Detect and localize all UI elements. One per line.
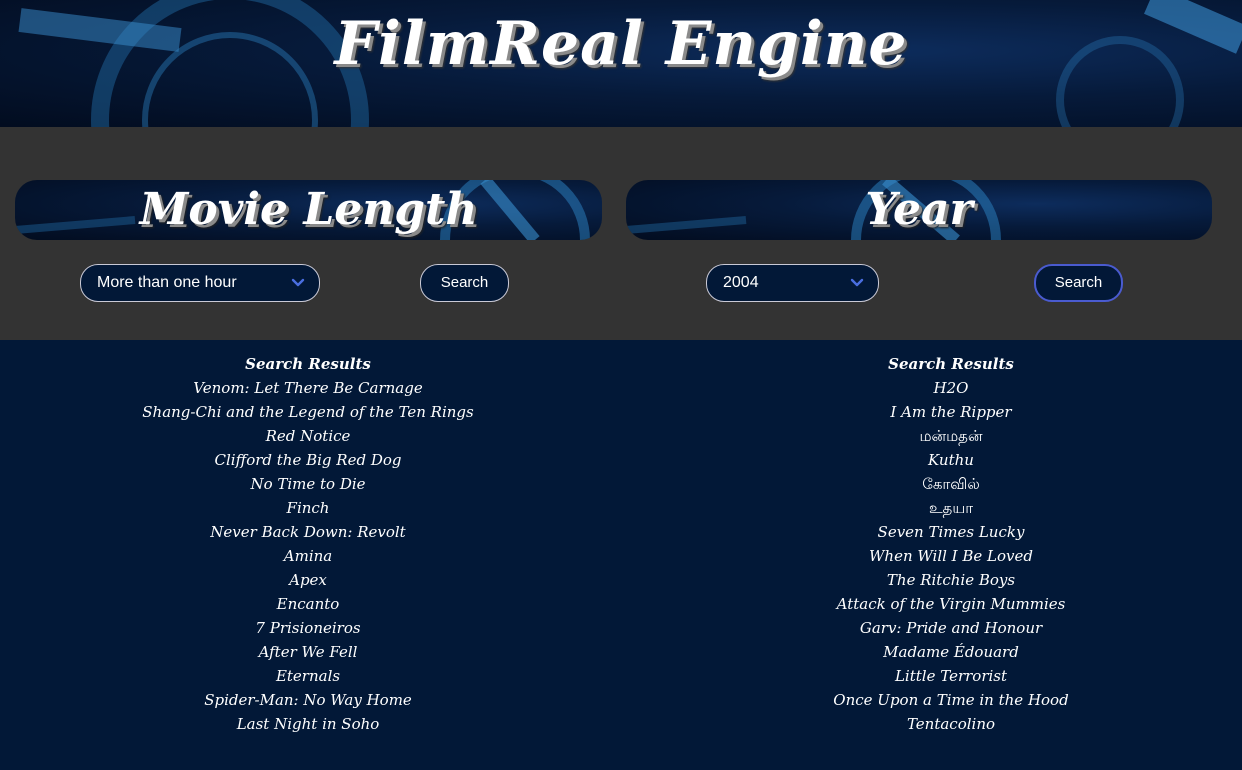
controls-panel: Movie Length Year More than one hour Sea… (0, 127, 1242, 340)
list-item: H2O (933, 379, 969, 397)
list-item: உதயா (928, 499, 974, 517)
list-item: Finch (286, 499, 330, 517)
year-title: Year (865, 184, 973, 235)
results-heading: Search Results (888, 355, 1014, 373)
results-list: Venom: Let There Be Carnage Shang-Chi an… (8, 376, 608, 736)
list-item: When Will I Be Loved (868, 547, 1033, 565)
list-item: I Am the Ripper (890, 403, 1012, 421)
list-item: Little Terrorist (894, 667, 1008, 685)
chevron-down-icon (291, 278, 305, 287)
year-banner: Year (626, 180, 1212, 240)
list-item: 7 Prisioneiros (255, 619, 361, 637)
length-results: Search Results Venom: Let There Be Carna… (8, 352, 608, 736)
list-item: Attack of the Virgin Mummies (836, 595, 1066, 613)
list-item: Amina (283, 547, 333, 565)
list-item: Never Back Down: Revolt (210, 523, 406, 541)
year-results: Search Results H2O I Am the Ripper மன்மத… (651, 352, 1242, 736)
list-item: Last Night in Soho (236, 715, 380, 733)
list-item: No Time to Die (250, 475, 366, 493)
list-item: Kuthu (928, 451, 974, 469)
list-item: Garv: Pride and Honour (859, 619, 1043, 637)
list-item: கோவில் (922, 475, 980, 493)
movie-length-select[interactable]: More than one hour (80, 264, 320, 302)
year-search-button[interactable]: Search (1034, 264, 1123, 302)
list-item: Eternals (275, 667, 341, 685)
app-header: FilmReal Engine (0, 0, 1242, 127)
movie-length-select-value: More than one hour (97, 274, 237, 291)
list-item: Tentacolino (906, 715, 996, 733)
list-item: Madame Édouard (883, 643, 1019, 661)
list-item: மன்மதன் (919, 427, 983, 445)
year-select-value: 2004 (723, 274, 759, 291)
list-item: Spider-Man: No Way Home (204, 691, 412, 709)
movie-length-search-button[interactable]: Search (420, 264, 509, 302)
list-item: Red Notice (265, 427, 351, 445)
app-title: FilmReal Engine (334, 9, 908, 79)
list-item: The Ritchie Boys (886, 571, 1016, 589)
list-item: After We Fell (258, 643, 358, 661)
results-list: H2O I Am the Ripper மன்மதன் Kuthu கோவில்… (651, 376, 1242, 736)
list-item: Encanto (276, 595, 340, 613)
list-item: Apex (289, 571, 327, 589)
year-select[interactable]: 2004 (706, 264, 879, 302)
results-heading: Search Results (245, 355, 371, 373)
list-item: Seven Times Lucky (877, 523, 1025, 541)
list-item: Once Upon a Time in the Hood (833, 691, 1069, 709)
list-item: Venom: Let There Be Carnage (193, 379, 423, 397)
list-item: Shang-Chi and the Legend of the Ten Ring… (142, 403, 474, 421)
chevron-down-icon (850, 278, 864, 287)
list-item: Clifford the Big Red Dog (214, 451, 402, 469)
movie-length-title: Movie Length (139, 184, 478, 235)
movie-length-banner: Movie Length (15, 180, 602, 240)
